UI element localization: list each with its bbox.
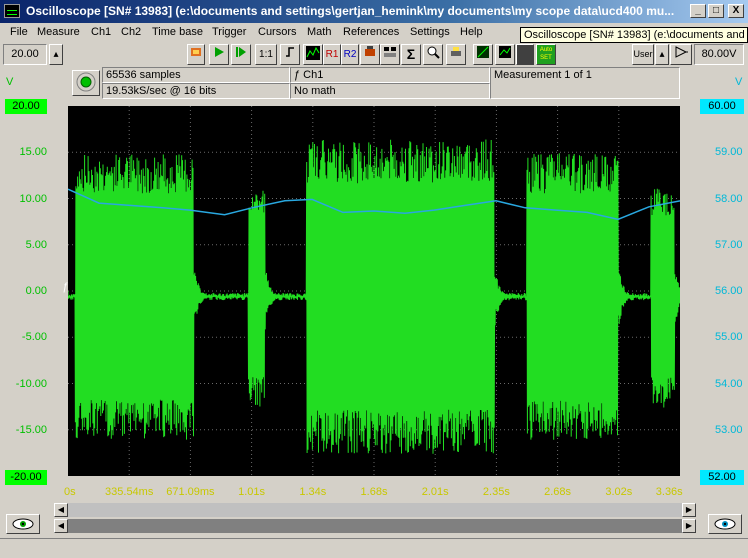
- title-tooltip: Oscilloscope [SN# 13983] (e:\documents a…: [520, 27, 748, 43]
- left-tick-label: -5.00: [21, 331, 47, 344]
- left-top-badge[interactable]: 20.00: [5, 99, 47, 114]
- persistence-icon[interactable]: [516, 44, 534, 65]
- time-tick-label: 0s: [64, 486, 76, 498]
- zoom-right-button[interactable]: ▶: [682, 519, 696, 533]
- record-icon[interactable]: [187, 44, 205, 65]
- math-label: No math: [290, 83, 490, 99]
- menu-settings[interactable]: Settings: [410, 26, 450, 38]
- auto-set-button[interactable]: Auto SET: [536, 44, 556, 65]
- print-icon[interactable]: [446, 44, 466, 65]
- scroll-right-button[interactable]: ▶: [682, 503, 696, 517]
- single-shot-icon[interactable]: [231, 44, 251, 65]
- left-tick-label: 15.00: [19, 146, 47, 159]
- left-tick-label: 5.00: [25, 238, 47, 251]
- close-button[interactable]: X: [728, 4, 744, 18]
- left-tick-label: 10.00: [19, 192, 47, 205]
- maximize-button[interactable]: □: [708, 4, 724, 18]
- oscilloscope-app-icon[interactable]: [4, 4, 20, 18]
- menu-ch1[interactable]: Ch1: [91, 26, 111, 38]
- measurement-label: Measurement 1 of 1: [490, 67, 680, 99]
- menu-cursors[interactable]: Cursors: [258, 26, 297, 38]
- ch1-visibility-eye-icon[interactable]: [6, 514, 40, 534]
- display-mode-icon[interactable]: [495, 44, 515, 65]
- right-tick-label: 58.00: [715, 192, 743, 205]
- sigma-button[interactable]: Σ: [401, 44, 421, 65]
- scope-plot[interactable]: [67, 106, 681, 476]
- channel-label: ƒ Ch1: [290, 67, 490, 83]
- left-axis-unit: V: [6, 76, 14, 88]
- window-title: Oscilloscope [SN# 13983] (e:\documents a…: [26, 4, 675, 18]
- ch1-range-spin[interactable]: ▴: [49, 44, 63, 65]
- time-tick-label: 335.54ms: [105, 486, 154, 498]
- time-tick-label: 1.34s: [299, 486, 327, 498]
- zoom-left-button[interactable]: ◀: [54, 519, 68, 533]
- menu-math[interactable]: Math: [307, 26, 331, 38]
- menu-trigger[interactable]: Trigger: [212, 26, 246, 38]
- coupling-icon[interactable]: [670, 44, 692, 65]
- ratio-button[interactable]: 1:1: [255, 44, 277, 65]
- right-tick-label: 53.00: [715, 423, 743, 436]
- toolbar: 20.00 ▴ 1:1 R1 R2 Σ Auto SET User ▴ 80.0…: [0, 43, 748, 67]
- reference-1-button[interactable]: R1: [323, 44, 341, 65]
- right-tick-label: 57.00: [715, 238, 743, 251]
- time-tick-label: 3.02s: [605, 486, 633, 498]
- time-tick-label: 1.68s: [360, 486, 388, 498]
- right-tick-label: 56.00: [715, 285, 743, 297]
- user-spin[interactable]: ▴: [655, 44, 669, 65]
- start-icon[interactable]: [209, 44, 229, 65]
- menu-help[interactable]: Help: [460, 26, 483, 38]
- left-tick-label: -15.00: [15, 423, 47, 436]
- time-tick-label: 2.68s: [544, 486, 572, 498]
- sample-count: 65536 samples: [102, 67, 290, 83]
- layout-tool-icon[interactable]: [380, 44, 400, 65]
- minimize-button[interactable]: _: [690, 4, 706, 18]
- ch1-trace: [67, 139, 681, 454]
- info-bar: 65536 samples 19.53kS/sec @ 16 bits ƒ Ch…: [68, 67, 680, 100]
- zoom-scrollbar[interactable]: ◀ ▶: [54, 519, 696, 533]
- time-tick-label: 3.36s: [655, 486, 683, 498]
- right-bottom-badge[interactable]: 52.00: [700, 470, 744, 485]
- menu-file[interactable]: File: [10, 26, 28, 38]
- menu-measure[interactable]: Measure: [37, 26, 80, 38]
- right-tick-label: 59.00: [715, 146, 743, 159]
- right-tick-label: 54.00: [715, 377, 743, 390]
- run-indicator-button[interactable]: [72, 70, 100, 96]
- time-tick-label: 2.01s: [421, 486, 449, 498]
- menu-ch2[interactable]: Ch2: [121, 26, 141, 38]
- time-tick-label: 671.09ms: [166, 486, 215, 498]
- time-tick-label: 1.01s: [238, 486, 266, 498]
- user-button[interactable]: User: [632, 44, 654, 65]
- title-bar: Oscilloscope [SN# 13983] (e:\documents a…: [0, 0, 748, 23]
- scroll-left-button[interactable]: ◀: [54, 503, 68, 517]
- cursor-tool-icon[interactable]: [360, 44, 380, 65]
- ch2-range-field[interactable]: 80.00V: [694, 44, 744, 65]
- horizontal-scrollbar[interactable]: ◀ ▶: [54, 503, 696, 517]
- left-tick-label: -10.00: [15, 377, 47, 390]
- menu-references[interactable]: References: [343, 26, 399, 38]
- time-tick-label: 2.35s: [482, 486, 510, 498]
- right-top-badge[interactable]: 60.00: [700, 99, 744, 114]
- reference-2-button[interactable]: R2: [341, 44, 359, 65]
- waveform-icon[interactable]: [303, 44, 323, 65]
- function-icon[interactable]: [280, 44, 300, 65]
- menu-time-base[interactable]: Time base: [152, 26, 203, 38]
- right-axis-unit: V: [735, 76, 743, 88]
- left-tick-label: 0.00: [25, 285, 47, 297]
- ch1-range-field[interactable]: 20.00: [3, 44, 47, 65]
- ch2-visibility-eye-icon[interactable]: [708, 514, 742, 534]
- left-bottom-badge[interactable]: -20.00: [5, 470, 47, 485]
- color-scheme-icon[interactable]: [473, 44, 493, 65]
- status-bar: [0, 538, 748, 558]
- sample-rate: 19.53kS/sec @ 16 bits: [102, 83, 290, 99]
- waveform-chart: [67, 106, 681, 476]
- right-tick-label: 55.00: [715, 331, 743, 344]
- zoom-icon[interactable]: [423, 44, 443, 65]
